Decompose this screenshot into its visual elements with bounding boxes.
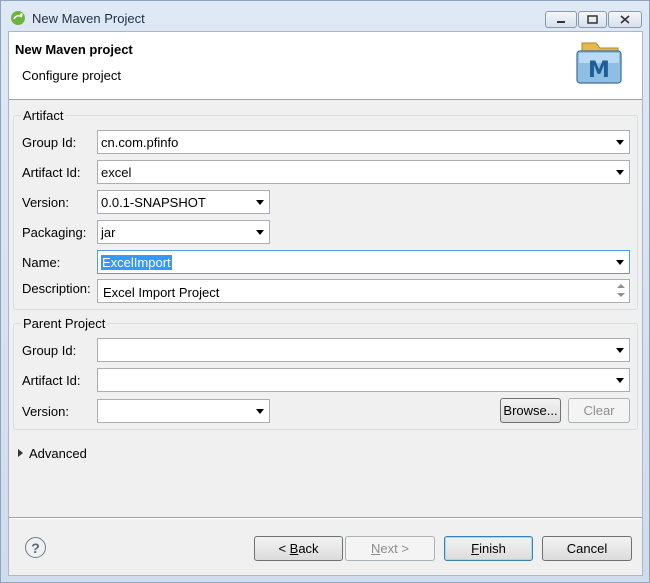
version-value: 0.0.1-SNAPSHOT xyxy=(101,195,206,210)
description-field[interactable]: Excel Import Project xyxy=(97,279,630,303)
parent-project-group-label: Parent Project xyxy=(21,316,108,331)
description-value: Excel Import Project xyxy=(103,285,220,300)
chevron-down-icon[interactable] xyxy=(616,170,624,175)
group-id-combo[interactable]: cn.com.pfinfo xyxy=(97,130,630,154)
chevron-down-icon[interactable] xyxy=(256,409,264,414)
title-bar: New Maven Project xyxy=(1,1,649,35)
wizard-banner: New Maven project Configure project M xyxy=(9,32,642,100)
artifact-group-label: Artifact xyxy=(21,108,66,123)
chevron-down-icon[interactable] xyxy=(616,260,624,265)
name-combo[interactable]: ExcelImport xyxy=(97,250,630,274)
maximize-button[interactable] xyxy=(578,11,607,28)
packaging-label: Packaging: xyxy=(22,225,87,240)
help-button[interactable]: ? xyxy=(25,537,46,558)
cancel-button[interactable]: Cancel xyxy=(542,536,632,561)
page-subtitle: Configure project xyxy=(22,68,121,83)
version-combo[interactable]: 0.0.1-SNAPSHOT xyxy=(97,190,270,214)
back-mnemonic: B xyxy=(289,541,299,556)
packaging-combo[interactable]: jar xyxy=(97,220,270,244)
page-title: New Maven project xyxy=(15,42,133,57)
description-scroll[interactable] xyxy=(615,282,627,300)
name-label: Name: xyxy=(22,255,61,270)
next-mnemonic: N xyxy=(371,541,381,556)
chevron-down-icon[interactable] xyxy=(256,200,264,205)
eclipse-icon xyxy=(11,11,25,25)
chevron-down-icon[interactable] xyxy=(256,230,264,235)
chevron-down-icon[interactable] xyxy=(616,348,624,353)
maximize-icon xyxy=(587,15,598,24)
finish-rest: inish xyxy=(479,541,506,556)
parent-version-label: Version: xyxy=(22,404,69,419)
minimize-icon xyxy=(557,20,565,23)
parent-group-id-label: Group Id: xyxy=(22,343,77,358)
close-icon xyxy=(620,15,630,24)
expand-arrow-icon[interactable] xyxy=(18,449,23,457)
browse-button[interactable]: Browse... xyxy=(500,398,561,423)
parent-group-id-combo[interactable] xyxy=(97,338,630,362)
packaging-value: jar xyxy=(101,225,116,240)
dialog-window: New Maven Project New Maven project Conf… xyxy=(0,0,650,583)
next-button[interactable]: Next > xyxy=(345,536,435,561)
version-label: Version: xyxy=(22,195,69,210)
back-button[interactable]: < Back xyxy=(254,536,343,561)
parent-artifact-id-label: Artifact Id: xyxy=(22,373,81,388)
artifact-id-combo[interactable]: excel xyxy=(97,160,630,184)
close-button[interactable] xyxy=(608,11,642,28)
scroll-up-icon[interactable] xyxy=(617,284,625,288)
chevron-down-icon[interactable] xyxy=(616,140,624,145)
scroll-down-icon[interactable] xyxy=(617,293,625,297)
name-value: ExcelImport xyxy=(101,255,172,270)
button-bar-separator xyxy=(9,517,642,519)
group-id-value: cn.com.pfinfo xyxy=(101,135,179,150)
back-prefix: < xyxy=(278,541,290,556)
description-label: Description: xyxy=(22,281,91,296)
svg-text:M: M xyxy=(588,58,610,83)
help-icon: ? xyxy=(31,539,40,556)
maven-logo-icon: M xyxy=(576,42,622,84)
artifact-id-value: excel xyxy=(101,165,132,180)
clear-button[interactable]: Clear xyxy=(568,398,630,423)
chevron-down-icon[interactable] xyxy=(616,378,624,383)
minimize-button[interactable] xyxy=(545,11,577,28)
advanced-section-toggle[interactable]: Advanced xyxy=(29,446,87,461)
back-rest: ack xyxy=(298,541,319,556)
next-rest: ext > xyxy=(380,541,409,556)
finish-button[interactable]: Finish xyxy=(444,536,533,561)
dialog-body: New Maven project Configure project M Ar… xyxy=(8,31,643,576)
window-title: New Maven Project xyxy=(32,11,145,26)
group-id-label: Group Id: xyxy=(22,135,77,150)
finish-mnemonic: F xyxy=(471,541,480,556)
artifact-id-label: Artifact Id: xyxy=(22,165,81,180)
parent-version-combo[interactable] xyxy=(97,399,270,423)
parent-artifact-id-combo[interactable] xyxy=(97,368,630,392)
